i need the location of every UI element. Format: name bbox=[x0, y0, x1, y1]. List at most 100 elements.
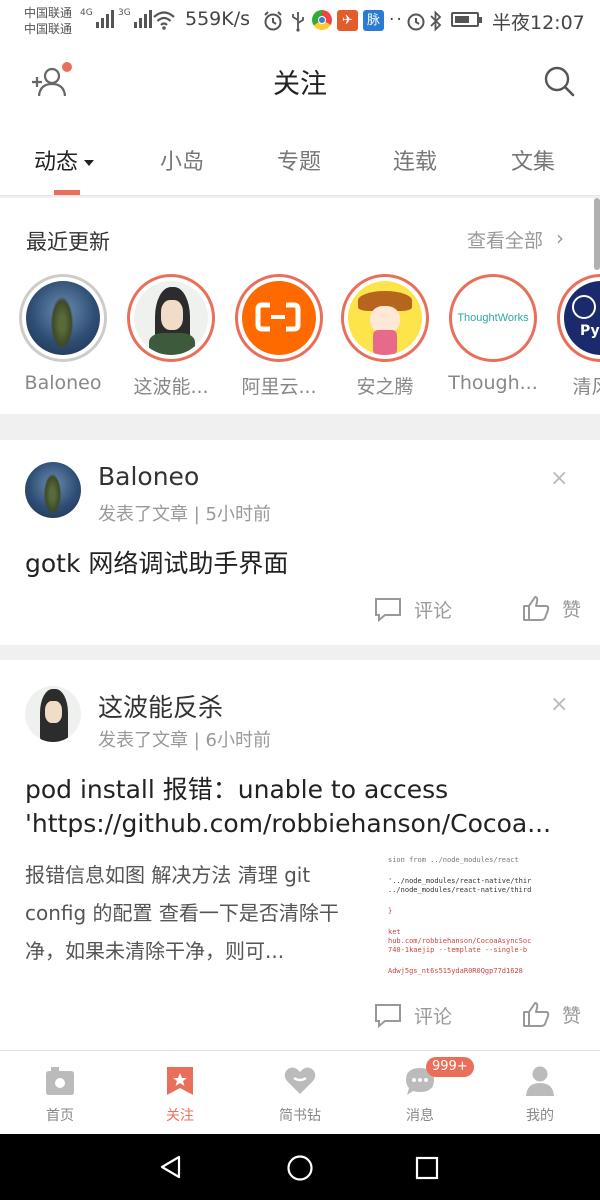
battery-icon bbox=[451, 12, 482, 27]
alarm-icon-2 bbox=[407, 13, 425, 31]
followed-user[interactable]: ThoughtWorks Though... bbox=[438, 274, 548, 394]
feed-card[interactable]: Baloneo 发表了文章 | 5小时前 × gotk 网络调试助手界面 评论 … bbox=[0, 440, 600, 645]
like-button[interactable]: 赞 bbox=[522, 1000, 581, 1028]
home-circle-icon[interactable] bbox=[286, 1154, 314, 1182]
like-label: 赞 bbox=[562, 1004, 582, 1027]
article-title-line-1[interactable]: pod install 报错：unable to access bbox=[25, 770, 448, 806]
user-name: 阿里云... bbox=[241, 376, 317, 398]
network-type-2: 3G bbox=[118, 8, 131, 18]
like-button[interactable]: 赞 bbox=[522, 594, 581, 622]
tab-island[interactable]: 小岛 bbox=[160, 144, 204, 176]
tab-collections[interactable]: 文集 bbox=[511, 144, 555, 176]
status-bar: 中国联通 中国联通 4G 3G 559K/s ✈ 脉 ·· 半夜12:07 bbox=[0, 0, 600, 42]
avatar bbox=[348, 281, 422, 355]
followed-user[interactable]: 这波能... bbox=[116, 274, 226, 399]
comment-icon bbox=[375, 597, 401, 622]
clock: 半夜12:07 bbox=[492, 12, 585, 34]
back-icon[interactable] bbox=[158, 1154, 184, 1180]
avatar-ring bbox=[127, 274, 215, 362]
carrier-2: 中国联通 bbox=[24, 22, 73, 36]
heart-icon bbox=[284, 1067, 316, 1094]
chevron-right-icon[interactable]: › bbox=[556, 226, 564, 250]
signal-2-icon: 3G bbox=[118, 8, 152, 28]
like-label: 赞 bbox=[562, 598, 582, 621]
caret-down-icon bbox=[84, 160, 95, 166]
thumb-line: ../node_modules/react-native/third bbox=[388, 886, 532, 894]
signal-1-icon: 4G bbox=[80, 8, 114, 28]
author-name[interactable]: 这波能反杀 bbox=[98, 688, 223, 724]
scrollbar[interactable] bbox=[594, 198, 600, 270]
author-avatar[interactable] bbox=[25, 686, 81, 742]
nav-jianshu-diamond[interactable]: 简书钻 bbox=[240, 1051, 360, 1135]
avatar bbox=[26, 281, 100, 355]
thumb-line: Adwj5gs_nt6s515ydaR0R0Qgp77d1628 bbox=[388, 967, 523, 975]
carrier-labels: 中国联通 中国联通 bbox=[24, 5, 72, 37]
avatar-ring bbox=[341, 274, 429, 362]
chrome-icon bbox=[312, 10, 332, 30]
article-title-line-2[interactable]: 'https://github.com/robbiehanson/Cocoa..… bbox=[25, 809, 551, 838]
thumbs-up-icon bbox=[523, 1002, 550, 1027]
nav-label: 关注 bbox=[166, 1108, 194, 1124]
feed-card[interactable]: 这波能反杀 发表了文章 | 6小时前 × pod install 报错：unab… bbox=[0, 660, 600, 1050]
nav-following[interactable]: 关注 bbox=[120, 1051, 240, 1135]
usb-icon bbox=[292, 12, 304, 32]
system-nav-bar bbox=[0, 1134, 600, 1200]
followed-user[interactable]: 安之腾 bbox=[330, 274, 440, 399]
comment-label: 评论 bbox=[414, 1006, 453, 1028]
followed-user[interactable]: Py 清风略 bbox=[546, 274, 600, 399]
article-thumbnail[interactable]: sion from ../node_modules/react '../node… bbox=[388, 856, 576, 986]
network-type-1: 4G bbox=[80, 8, 93, 18]
nav-home[interactable]: 首页 bbox=[0, 1051, 120, 1135]
article-excerpt[interactable]: 报错信息如图 解决方法 清理 git config 的配置 查看一下是否清除干净… bbox=[25, 856, 360, 970]
recent-updates-section: 最近更新 查看全部 › Baloneo 这波能... 阿里云... 安之腾 Th… bbox=[0, 198, 600, 414]
user-name: Baloneo bbox=[24, 372, 102, 394]
article-title[interactable]: gotk 网络调试助手界面 bbox=[25, 544, 288, 580]
thumb-line: sion from ../node_modules/react bbox=[388, 856, 519, 864]
nav-profile[interactable]: 我的 bbox=[480, 1051, 600, 1135]
close-icon[interactable]: × bbox=[550, 466, 568, 491]
app-header: 关注 bbox=[0, 42, 600, 120]
logo-text: ThoughtWorks bbox=[457, 312, 529, 324]
nav-label: 消息 bbox=[406, 1108, 434, 1124]
more-notifications-icon: ·· bbox=[389, 10, 404, 30]
avatar: Py bbox=[564, 281, 600, 355]
tab-serials[interactable]: 连载 bbox=[393, 144, 437, 176]
avatar-ring bbox=[19, 274, 107, 362]
alarm-icon bbox=[264, 11, 282, 31]
user-name: Though... bbox=[448, 372, 538, 394]
view-all-link[interactable]: 查看全部 bbox=[467, 226, 543, 253]
bookmark-star-icon bbox=[167, 1067, 193, 1095]
person-icon bbox=[526, 1066, 554, 1096]
wifi-icon bbox=[153, 11, 175, 30]
comment-button[interactable]: 评论 bbox=[374, 596, 452, 623]
author-avatar[interactable] bbox=[25, 462, 81, 518]
author-name[interactable]: Baloneo bbox=[98, 462, 199, 491]
tab-dynamics[interactable]: 动态 bbox=[34, 144, 95, 176]
page-title: 关注 bbox=[273, 69, 327, 100]
tab-bar: 动态 小岛 专题 连载 文集 bbox=[0, 120, 600, 196]
comment-button[interactable]: 评论 bbox=[374, 1002, 452, 1029]
tab-label: 动态 bbox=[34, 150, 79, 175]
comment-label: 评论 bbox=[414, 600, 453, 622]
section-heading: 最近更新 bbox=[26, 230, 110, 254]
search-icon[interactable] bbox=[540, 62, 578, 100]
nav-label: 简书钻 bbox=[279, 1108, 321, 1124]
comment-icon bbox=[375, 1003, 401, 1028]
thumbs-up-icon bbox=[523, 596, 550, 621]
user-name: 安之腾 bbox=[356, 376, 414, 398]
close-icon[interactable]: × bbox=[550, 692, 568, 717]
bottom-nav: 首页 关注 简书钻 消息 999+ 我的 bbox=[0, 1050, 600, 1134]
followed-user[interactable]: Baloneo bbox=[8, 274, 118, 394]
followed-user[interactable]: 阿里云... bbox=[224, 274, 334, 399]
avatar bbox=[134, 281, 208, 355]
thumb-line: } bbox=[388, 907, 393, 915]
maimai-notification-icon: 脉 bbox=[363, 10, 384, 31]
aliyun-logo-icon bbox=[242, 281, 316, 355]
recents-icon[interactable] bbox=[414, 1155, 440, 1181]
avatar-text: Py bbox=[580, 323, 600, 339]
tab-topics[interactable]: 专题 bbox=[277, 144, 321, 176]
post-meta: 发表了文章 | 5小时前 bbox=[98, 504, 271, 525]
thoughtworks-logo-icon: ThoughtWorks bbox=[456, 281, 530, 355]
carrier-1: 中国联通 bbox=[24, 6, 73, 20]
nav-label: 我的 bbox=[526, 1108, 554, 1124]
